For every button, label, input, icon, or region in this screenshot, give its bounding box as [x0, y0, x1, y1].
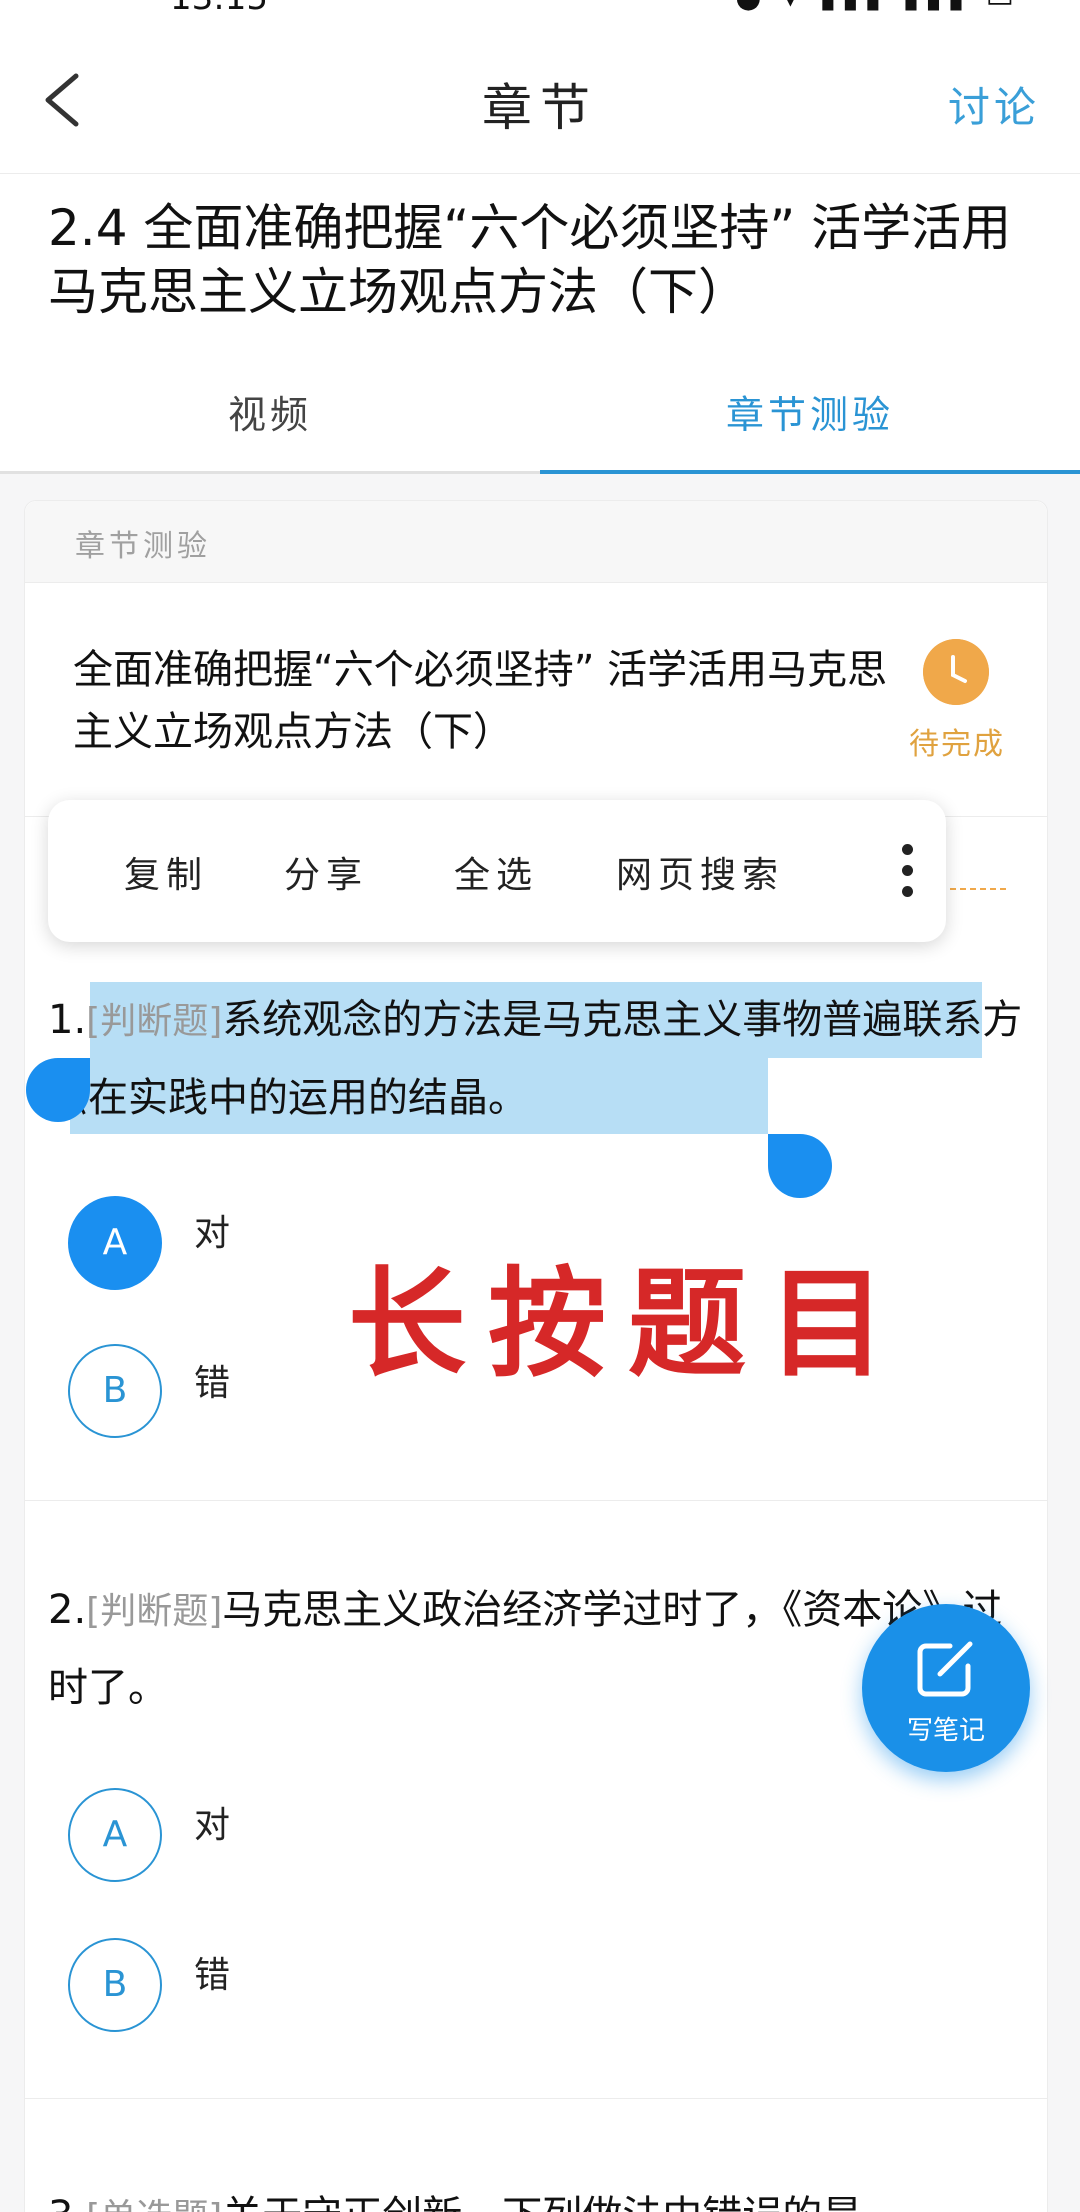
status-time: 13:15 [170, 0, 268, 14]
nav-bar: 章节 讨论 [0, 14, 1080, 174]
menu-select-all[interactable]: 全选 [454, 846, 538, 898]
menu-web-search[interactable]: 网页搜索 [616, 846, 784, 898]
selection-handle-end[interactable] [768, 1134, 832, 1198]
annotation-watermark: 长按题目 [348, 1254, 909, 1393]
status-icons: ● ▾ ▮▮▮ ▮▮▮ ▭ [735, 0, 1020, 14]
question-3-text[interactable]: 3.[单选题]关于守正创新，下列做法中错误的是 [48, 2178, 1028, 2212]
card-header-label: 章节测验 [75, 529, 211, 564]
option-a-selected[interactable]: A [68, 1196, 162, 1290]
clock-icon [923, 639, 989, 705]
question-divider [24, 1500, 1048, 1501]
question-type: [单选题] [86, 2197, 222, 2212]
question-type: [判断题] [86, 1001, 223, 1042]
card-header: 章节测验 [25, 501, 1047, 583]
tab-chapter-quiz[interactable]: 章节测验 [540, 384, 1080, 439]
status-bar: 13:15 ● ▾ ▮▮▮ ▮▮▮ ▭ [0, 0, 1080, 14]
menu-copy[interactable]: 复制 [124, 846, 208, 898]
option-a[interactable]: A [68, 1788, 162, 1882]
question-number: 2. [48, 1587, 87, 1633]
status-badge: 待完成 [909, 727, 1005, 762]
question-number: 1. [48, 997, 87, 1043]
tab-bar: 视频 章节测验 [0, 360, 1080, 474]
more-vertical-icon[interactable] [900, 844, 914, 898]
page-title: 章节 [482, 79, 598, 137]
write-note-button[interactable]: 写笔记 [862, 1604, 1030, 1772]
option-label[interactable]: 对 [194, 1204, 230, 1256]
write-note-label: 写笔记 [906, 1716, 985, 1746]
option-label[interactable]: 对 [194, 1796, 230, 1848]
option-label[interactable]: 错 [194, 1354, 230, 1406]
option-label[interactable]: 错 [194, 1946, 230, 1998]
text-selection-menu: 复制 分享 全选 网页搜索 [48, 800, 946, 942]
question-body: 关于守正创新，下列做法中错误的是 [222, 2193, 862, 2212]
quiz-summary-row[interactable]: 全面准确把握“六个必须坚持” 活学活用马克思主义立场观点方法（下） 待完成 [25, 583, 1047, 817]
edit-note-icon [917, 1641, 973, 1697]
question-divider [24, 2098, 1048, 2099]
menu-share[interactable]: 分享 [284, 846, 368, 898]
option-b[interactable]: B [68, 1344, 162, 1438]
question-type: [判断题] [86, 1591, 223, 1632]
question-1-text[interactable]: 1.[判断题]系统观念的方法是马克思主义事物普遍联系方法在实践中的运用的结晶。 [48, 982, 1028, 1136]
tab-video[interactable]: 视频 [0, 384, 540, 439]
option-b[interactable]: B [68, 1938, 162, 2032]
question-number: 3. [48, 2193, 86, 2212]
quiz-title: 全面准确把握“六个必须坚持” 活学活用马克思主义立场观点方法（下） [73, 647, 888, 755]
chapter-title: 2.4 全面准确把握“六个必须坚持” 活学活用马克思主义立场观点方法（下） [48, 199, 1012, 321]
selection-handle-start[interactable] [26, 1058, 90, 1122]
discuss-button[interactable]: 讨论 [948, 74, 1040, 135]
